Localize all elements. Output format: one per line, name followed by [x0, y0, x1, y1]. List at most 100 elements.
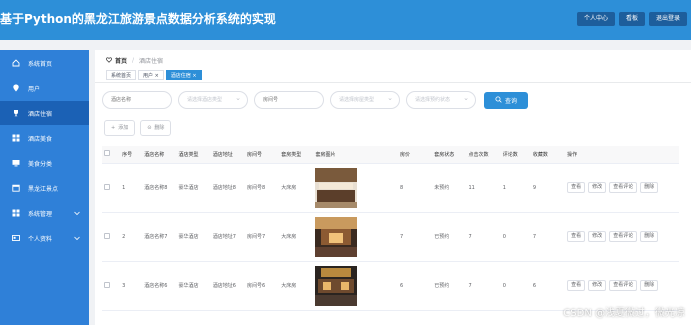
sidebar-item-system-management[interactable]: 系统管理	[0, 201, 89, 225]
sidebar-item-food-category[interactable]: 美食分类	[0, 151, 89, 175]
room-number-input[interactable]	[254, 91, 324, 109]
edit-button[interactable]: 修改	[588, 231, 607, 242]
view-comments-button[interactable]: 查看评论	[609, 280, 638, 291]
room-type-cell: 大床房	[279, 261, 314, 311]
breadcrumb-home[interactable]: 首页	[115, 56, 127, 65]
column-header: 序号	[120, 146, 143, 164]
row-select-cell	[102, 261, 121, 311]
view-button[interactable]: 查看	[567, 280, 586, 291]
row-checkbox[interactable]	[104, 281, 110, 288]
row-delete-button[interactable]: 删除	[640, 280, 659, 291]
delete-button[interactable]: ⊝ 删除	[140, 120, 172, 136]
edit-button[interactable]: 修改	[588, 280, 607, 291]
dashboard-button[interactable]: 看板	[618, 12, 645, 26]
sidebar-item-label: 系统首页	[28, 60, 53, 68]
breadcrumb-current: 酒店住宿	[139, 58, 164, 65]
row-actions: 查看 修改 查看评论 删除	[567, 280, 679, 291]
column-header: 房间号	[244, 146, 280, 164]
status-cell: 已预约	[432, 261, 467, 311]
profile-button[interactable]: 个人中心	[576, 12, 615, 26]
row-select-cell	[102, 212, 121, 262]
edit-button[interactable]: 修改	[588, 182, 607, 193]
favorites-cell: 9	[530, 163, 566, 213]
column-header: 评论数	[500, 146, 531, 164]
row-checkbox[interactable]	[104, 232, 110, 239]
favorites-cell: 6	[530, 261, 566, 311]
divider	[95, 82, 691, 83]
calendar-icon	[12, 184, 20, 192]
sidebar-item-hotel-food[interactable]: 酒店美食	[0, 126, 89, 150]
top-header: 基于Python的黑龙江旅游景点数据分析系统的实现 个人中心 看板 退出登录	[0, 0, 691, 40]
tab-users[interactable]: 用户 ×	[138, 70, 164, 80]
view-comments-button[interactable]: 查看评论	[609, 182, 638, 193]
view-button[interactable]: 查看	[567, 231, 586, 242]
sidebar-item-users[interactable]: 用户	[0, 76, 89, 100]
column-header: 酒店名称	[142, 146, 177, 164]
room-type-select[interactable]: 请选择房屋类型	[330, 90, 400, 109]
sidebar-item-profile[interactable]: 个人资料	[0, 226, 89, 250]
ops-cell: 查看 修改 查看评论 删除	[565, 212, 679, 262]
ops-cell: 查看 修改 查看评论 删除	[565, 261, 679, 311]
favorites-cell: 7	[530, 212, 566, 262]
column-header: 套房状态	[432, 146, 467, 164]
search-icon	[495, 95, 502, 105]
delete-button-label: 删除	[154, 125, 165, 131]
room-image-cell	[313, 212, 399, 262]
tab-home[interactable]: 系统首页	[106, 70, 137, 80]
column-header: 点击次数	[466, 146, 501, 164]
hotel-address-cell: 酒店地址8	[210, 163, 245, 213]
tab-hotel[interactable]: 酒店住宿 ×	[165, 70, 202, 80]
sidebar-item-home[interactable]: 系统首页	[0, 51, 89, 75]
sidebar: 系统首页 用户 酒店住宿 酒店美食 美食分类 黑龙江景点 系统管理 个人资料	[0, 50, 89, 325]
query-button[interactable]: 查询	[484, 91, 528, 109]
room-image-cell	[313, 163, 399, 213]
sidebar-item-label: 系统管理	[28, 210, 53, 218]
column-header: 收藏数	[530, 146, 566, 164]
hotel-type-select[interactable]: 请选择酒店类型	[178, 90, 248, 109]
price-cell: 8	[398, 163, 433, 213]
price-cell: 6	[398, 261, 433, 311]
clicks-cell: 11	[466, 163, 501, 213]
ops-cell: 查看 修改 查看评论 删除	[565, 163, 679, 213]
select-all-checkbox[interactable]	[104, 150, 110, 157]
hotel-type-cell: 豪华酒店	[176, 261, 211, 311]
comments-cell: 1	[500, 163, 531, 213]
row-delete-button[interactable]: 删除	[640, 231, 659, 242]
app-title: 基于Python的黑龙江旅游景点数据分析系统的实现	[0, 12, 276, 26]
clicks-cell: 7	[466, 261, 501, 311]
index-cell: 2	[120, 212, 143, 262]
sidebar-item-scenic-spots[interactable]: 黑龙江景点	[0, 176, 89, 200]
table-header-row: 序号 酒店名称 酒店类型 酒店地址 房间号 套房类型 套房图片 房价 套房状态 …	[102, 146, 679, 164]
table-row: 3 酒店名称6 豪华酒店 酒店地址6 房间号6 大床房 6 已预约 7 0 6 …	[102, 261, 679, 311]
column-header: 酒店地址	[210, 146, 245, 164]
hotel-name-input[interactable]	[102, 91, 172, 109]
view-comments-button[interactable]: 查看评论	[609, 231, 638, 242]
comments-cell: 0	[500, 212, 531, 262]
status-cell: 已预约	[432, 212, 467, 262]
comments-cell: 0	[500, 261, 531, 311]
row-checkbox[interactable]	[104, 183, 110, 190]
view-button[interactable]: 查看	[567, 182, 586, 193]
search-row: 请选择酒店类型 请选择房屋类型 请选择预约状态 查询	[102, 90, 528, 109]
header-gap	[0, 40, 691, 50]
index-cell: 1	[120, 163, 143, 213]
sidebar-item-label: 黑龙江景点	[28, 185, 59, 193]
booking-status-select[interactable]: 请选择预约状态	[406, 90, 476, 109]
room-number-cell: 房间号7	[244, 212, 280, 262]
column-header: 操作	[565, 146, 679, 164]
grid-icon	[12, 134, 20, 142]
sidebar-item-hotel[interactable]: 酒店住宿	[0, 101, 89, 125]
room-type-cell: 大床房	[279, 212, 314, 262]
row-delete-button[interactable]: 删除	[640, 182, 659, 193]
monitor-icon	[12, 159, 20, 167]
trophy-icon	[12, 109, 20, 117]
status-cell: 未预约	[432, 163, 467, 213]
table-row: 2 酒店名称7 豪华酒店 酒店地址7 房间号7 大床房 7 已预约 7 0 7 …	[102, 212, 679, 262]
add-button[interactable]: + 添加	[104, 120, 136, 136]
column-header: 套房类型	[279, 146, 314, 164]
logout-button[interactable]: 退出登录	[648, 12, 687, 26]
row-select-cell	[102, 163, 121, 213]
hotel-address-cell: 酒店地址6	[210, 261, 245, 311]
sidebar-item-label: 酒店住宿	[28, 110, 53, 118]
tab-bar: 系统首页 用户 × 酒店住宿 ×	[106, 70, 202, 80]
